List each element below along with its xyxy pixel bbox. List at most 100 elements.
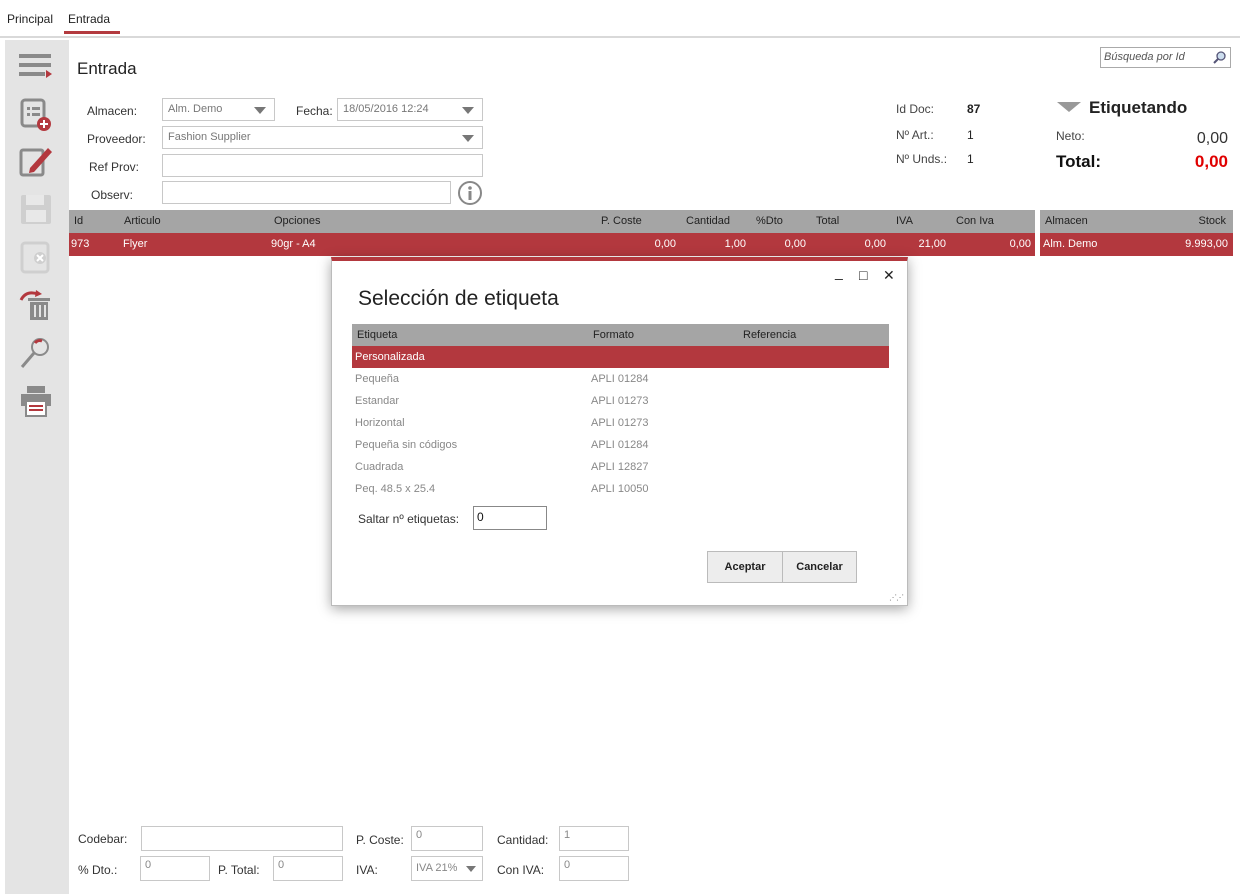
cell-coniva: 0,00 [1009, 238, 1031, 250]
top-tabs: Principal Entrada [0, 0, 1240, 38]
status-etiquetando[interactable]: Etiquetando [1089, 98, 1187, 118]
fecha-picker[interactable]: 18/05/2016 12:24 [337, 98, 483, 121]
close-icon[interactable]: ✕ [883, 267, 895, 284]
resize-grip-icon[interactable]: ⋰⋰ [889, 593, 904, 602]
col-almacen[interactable]: Almacen [1045, 215, 1088, 227]
col-referencia[interactable]: Referencia [743, 329, 796, 341]
accept-button[interactable]: Aceptar [707, 551, 783, 583]
observ-input[interactable] [162, 181, 451, 204]
menu-icon[interactable] [18, 50, 54, 84]
col-articulo[interactable]: Articulo [124, 215, 161, 227]
etiqueta-formato: APLI 10050 [591, 483, 649, 495]
cell-total: 0,00 [864, 238, 886, 250]
neto-label: Neto: [1056, 129, 1085, 143]
list-item[interactable]: Pequeña APLI 01284 [352, 368, 889, 390]
coniva-input[interactable]: 0 [559, 856, 629, 881]
chevron-down-icon [254, 107, 266, 114]
col-dto[interactable]: %Dto [756, 215, 783, 227]
grid-header: Id Articulo Opciones P. Coste Cantidad %… [69, 210, 1035, 233]
etiqueta-name: Horizontal [355, 417, 405, 429]
list-item[interactable]: Pequeña sin códigos APLI 01284 [352, 434, 889, 456]
sidebar [5, 40, 69, 894]
list-item[interactable]: Estandar APLI 01273 [352, 390, 889, 412]
iva-value: IVA 21% [416, 862, 458, 874]
pcoste-input[interactable]: 0 [411, 826, 483, 851]
nart-value: 1 [967, 128, 974, 142]
maximize-icon[interactable]: □ [859, 267, 867, 283]
list-item[interactable]: Peq. 48.5 x 25.4 APLI 10050 [352, 478, 889, 500]
cancel-button[interactable]: Cancelar [782, 551, 857, 583]
col-pcoste[interactable]: P. Coste [601, 215, 642, 227]
etiqueta-name: Personalizada [355, 351, 425, 363]
ptotal-input[interactable]: 0 [273, 856, 343, 881]
cell-dto: 0,00 [784, 238, 806, 250]
etiqueta-formato: APLI 12827 [591, 461, 649, 473]
iddoc-label: Id Doc: [896, 102, 935, 116]
tab-principal[interactable]: Principal [7, 12, 53, 26]
etiqueta-name: Cuadrada [355, 461, 404, 473]
proveedor-label: Proveedor: [87, 132, 146, 146]
stock-row[interactable]: Alm. Demo 9.993,00 [1040, 233, 1233, 256]
col-opciones[interactable]: Opciones [274, 215, 320, 227]
cell-almacen: Alm. Demo [1043, 238, 1098, 250]
saltar-input[interactable]: 0 [473, 506, 547, 530]
search-input[interactable]: Búsqueda por Id [1100, 47, 1231, 68]
col-id[interactable]: Id [74, 215, 83, 227]
cell-opciones: 90gr - A4 [271, 238, 316, 250]
etiqueta-formato: APLI 01284 [591, 373, 649, 385]
col-cantidad[interactable]: Cantidad [686, 215, 730, 227]
col-total[interactable]: Total [816, 215, 839, 227]
list-item[interactable]: Personalizada [352, 346, 889, 368]
col-iva[interactable]: IVA [896, 215, 913, 227]
chevron-down-icon [466, 866, 476, 872]
col-etiqueta[interactable]: Etiqueta [357, 329, 397, 341]
cell-pcoste: 0,00 [654, 238, 676, 250]
dialog-table-header: Etiqueta Formato Referencia [352, 324, 889, 346]
iva-label: IVA: [356, 863, 378, 877]
edit-icon[interactable] [18, 144, 54, 178]
dto-input[interactable]: 0 [140, 856, 210, 881]
proveedor-select[interactable]: Fashion Supplier [162, 126, 483, 149]
almacen-label: Almacen: [87, 104, 138, 118]
info-icon[interactable] [457, 180, 483, 206]
minimize-icon[interactable]: _ [835, 264, 843, 280]
print-icon[interactable] [18, 384, 54, 418]
save-icon[interactable] [18, 192, 54, 226]
new-document-icon[interactable] [18, 98, 54, 132]
neto-value: 0,00 [1196, 130, 1228, 147]
coniva-label: Con IVA: [497, 863, 545, 877]
etiqueta-name: Pequeña sin códigos [355, 439, 458, 451]
etiqueta-formato: APLI 01273 [591, 417, 649, 429]
magnifier-icon[interactable] [1213, 50, 1227, 64]
ptotal-label: P. Total: [218, 863, 260, 877]
dialog-title: Selección de etiqueta [358, 287, 559, 310]
iddoc-value: 87 [967, 102, 981, 116]
iva-select[interactable]: IVA 21% [411, 856, 483, 881]
pcoste-label: P. Coste: [356, 833, 404, 847]
almacen-value: Alm. Demo [168, 103, 223, 115]
col-stock[interactable]: Stock [1198, 215, 1226, 227]
delete-icon[interactable] [18, 288, 54, 322]
codebar-input[interactable] [141, 826, 343, 851]
nunds-value: 1 [967, 152, 974, 166]
cantidad-input[interactable]: 1 [559, 826, 629, 851]
col-coniva[interactable]: Con Iva [956, 215, 994, 227]
etiqueta-name: Estandar [355, 395, 400, 407]
label-selection-dialog: _ □ ✕ Selección de etiqueta Etiqueta For… [331, 257, 908, 606]
search-placeholder: Búsqueda por Id [1104, 51, 1185, 63]
etiqueta-name: Peq. 48.5 x 25.4 [355, 483, 436, 495]
tab-entrada[interactable]: Entrada [64, 12, 121, 34]
chevron-down-icon [462, 107, 474, 114]
table-row[interactable]: 973 Flyer 90gr - A4 0,00 1,00 0,00 0,00 … [69, 233, 1035, 256]
total-value: 0,00 [1194, 152, 1228, 171]
list-item[interactable]: Horizontal APLI 01273 [352, 412, 889, 434]
collapse-triangle-icon[interactable] [1057, 102, 1081, 112]
col-formato[interactable]: Formato [593, 329, 634, 341]
refprov-input[interactable] [162, 154, 483, 177]
search-icon[interactable] [18, 336, 54, 370]
chevron-down-icon [462, 135, 474, 142]
almacen-select[interactable]: Alm. Demo [162, 98, 275, 121]
fecha-value: 18/05/2016 12:24 [343, 103, 429, 115]
list-item[interactable]: Cuadrada APLI 12827 [352, 456, 889, 478]
cancel-document-icon[interactable] [18, 240, 54, 274]
